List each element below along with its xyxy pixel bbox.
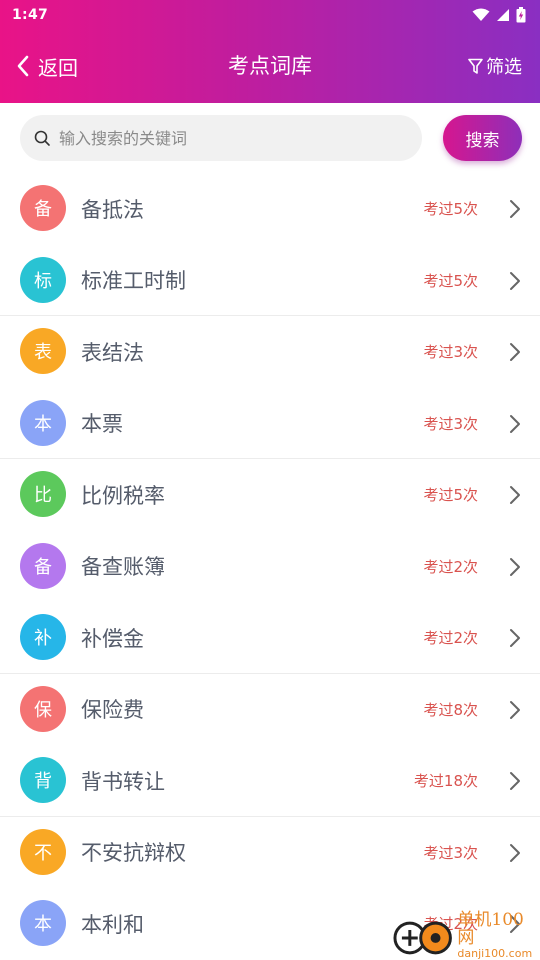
list-item[interactable]: 备 备查账簿 考过2次 (0, 531, 540, 603)
term-name: 不安抗辩权 (81, 841, 186, 865)
chevron-right-icon (510, 700, 520, 719)
term-name: 保险费 (81, 698, 144, 722)
filter-button[interactable]: 筛选 (468, 50, 522, 82)
watermark-text: 单机100网 danji100.com (457, 910, 540, 960)
chevron-left-icon (17, 55, 29, 77)
status-bar: 1:47 (0, 0, 540, 30)
list-item[interactable]: 保 保险费 考过8次 (0, 674, 540, 746)
app-header: 1:47 返回 考点词库 筛选 (0, 0, 540, 103)
chevron-right-icon (510, 343, 520, 361)
term-avatar: 本 (20, 399, 66, 446)
wifi-icon (472, 8, 490, 21)
list-item[interactable]: 背 背书转让 考过18次 (0, 745, 540, 817)
chevron-right-icon (510, 629, 520, 647)
term-avatar: 备 (20, 542, 66, 589)
term-count: 考过18次 (413, 772, 478, 790)
term-avatar: 补 (20, 614, 66, 660)
term-name: 备抵法 (81, 197, 144, 222)
term-avatar: 备 (20, 185, 66, 231)
term-count: 考过3次 (423, 343, 478, 361)
signal-icon (497, 9, 509, 21)
list-item[interactable]: 比 比例税率 考过5次 (0, 459, 540, 531)
watermark-logo-icon (393, 921, 452, 955)
term-avatar: 本 (20, 900, 66, 946)
search-box[interactable] (20, 115, 422, 161)
term-avatar: 标 (20, 256, 66, 303)
term-avatar: 背 (20, 757, 66, 803)
back-label: 返回 (38, 55, 78, 80)
term-count: 考过2次 (423, 557, 478, 576)
chevron-right-icon (510, 557, 520, 576)
term-name: 本利和 (81, 912, 144, 937)
page-title: 考点词库 (228, 54, 312, 78)
list-item[interactable]: 不 不安抗辩权 考过3次 (0, 817, 540, 889)
chevron-right-icon (510, 200, 520, 218)
battery-icon (516, 7, 526, 23)
watermark-main: 单机100网 (457, 910, 524, 949)
term-count: 考过3次 (423, 414, 478, 433)
term-name: 本票 (81, 412, 123, 436)
term-count: 考过8次 (423, 700, 478, 719)
search-button[interactable]: 搜索 (443, 115, 522, 161)
term-count: 考过3次 (423, 843, 478, 862)
term-name: 标准工时制 (81, 269, 186, 293)
filter-icon (468, 58, 483, 74)
term-list: 备 备抵法 考过5次 标 标准工时制 考过5次 表 表结法 考过3次 本 本票 … (0, 173, 540, 960)
term-count: 考过2次 (423, 629, 478, 647)
status-icons (472, 7, 526, 23)
term-name: 备查账簿 (81, 555, 165, 579)
chevron-right-icon (510, 486, 520, 504)
chevron-right-icon (510, 414, 520, 433)
term-name: 补偿金 (81, 626, 144, 651)
list-item[interactable]: 备 备抵法 考过5次 (0, 173, 540, 245)
term-count: 考过5次 (423, 486, 478, 504)
app-bar: 返回 考点词库 筛选 (0, 30, 540, 103)
search-icon (34, 130, 50, 146)
term-name: 表结法 (81, 340, 144, 365)
term-name: 比例税率 (81, 483, 165, 508)
search-input[interactable] (59, 128, 399, 148)
filter-label: 筛选 (486, 57, 522, 78)
back-button[interactable]: 返回 (16, 50, 78, 82)
list-item[interactable]: 标 标准工时制 考过5次 (0, 245, 540, 316)
term-name: 背书转让 (81, 769, 165, 794)
term-avatar: 比 (20, 471, 66, 517)
term-avatar: 保 (20, 685, 66, 732)
term-count: 考过5次 (423, 271, 478, 290)
watermark-sub: danji100.com (457, 947, 533, 960)
term-avatar: 不 (20, 828, 66, 875)
chevron-right-icon (510, 843, 520, 862)
status-time: 1:47 (12, 7, 49, 23)
term-avatar: 表 (20, 328, 66, 374)
list-item[interactable]: 补 补偿金 考过2次 (0, 602, 540, 674)
list-item[interactable]: 表 表结法 考过3次 (0, 316, 540, 388)
list-item[interactable]: 本 本票 考过3次 (0, 388, 540, 459)
search-row: 搜索 (0, 103, 540, 173)
chevron-right-icon (510, 271, 520, 290)
watermark: 单机100网 danji100.com (392, 912, 540, 960)
term-count: 考过5次 (423, 200, 478, 218)
chevron-right-icon (510, 772, 520, 790)
